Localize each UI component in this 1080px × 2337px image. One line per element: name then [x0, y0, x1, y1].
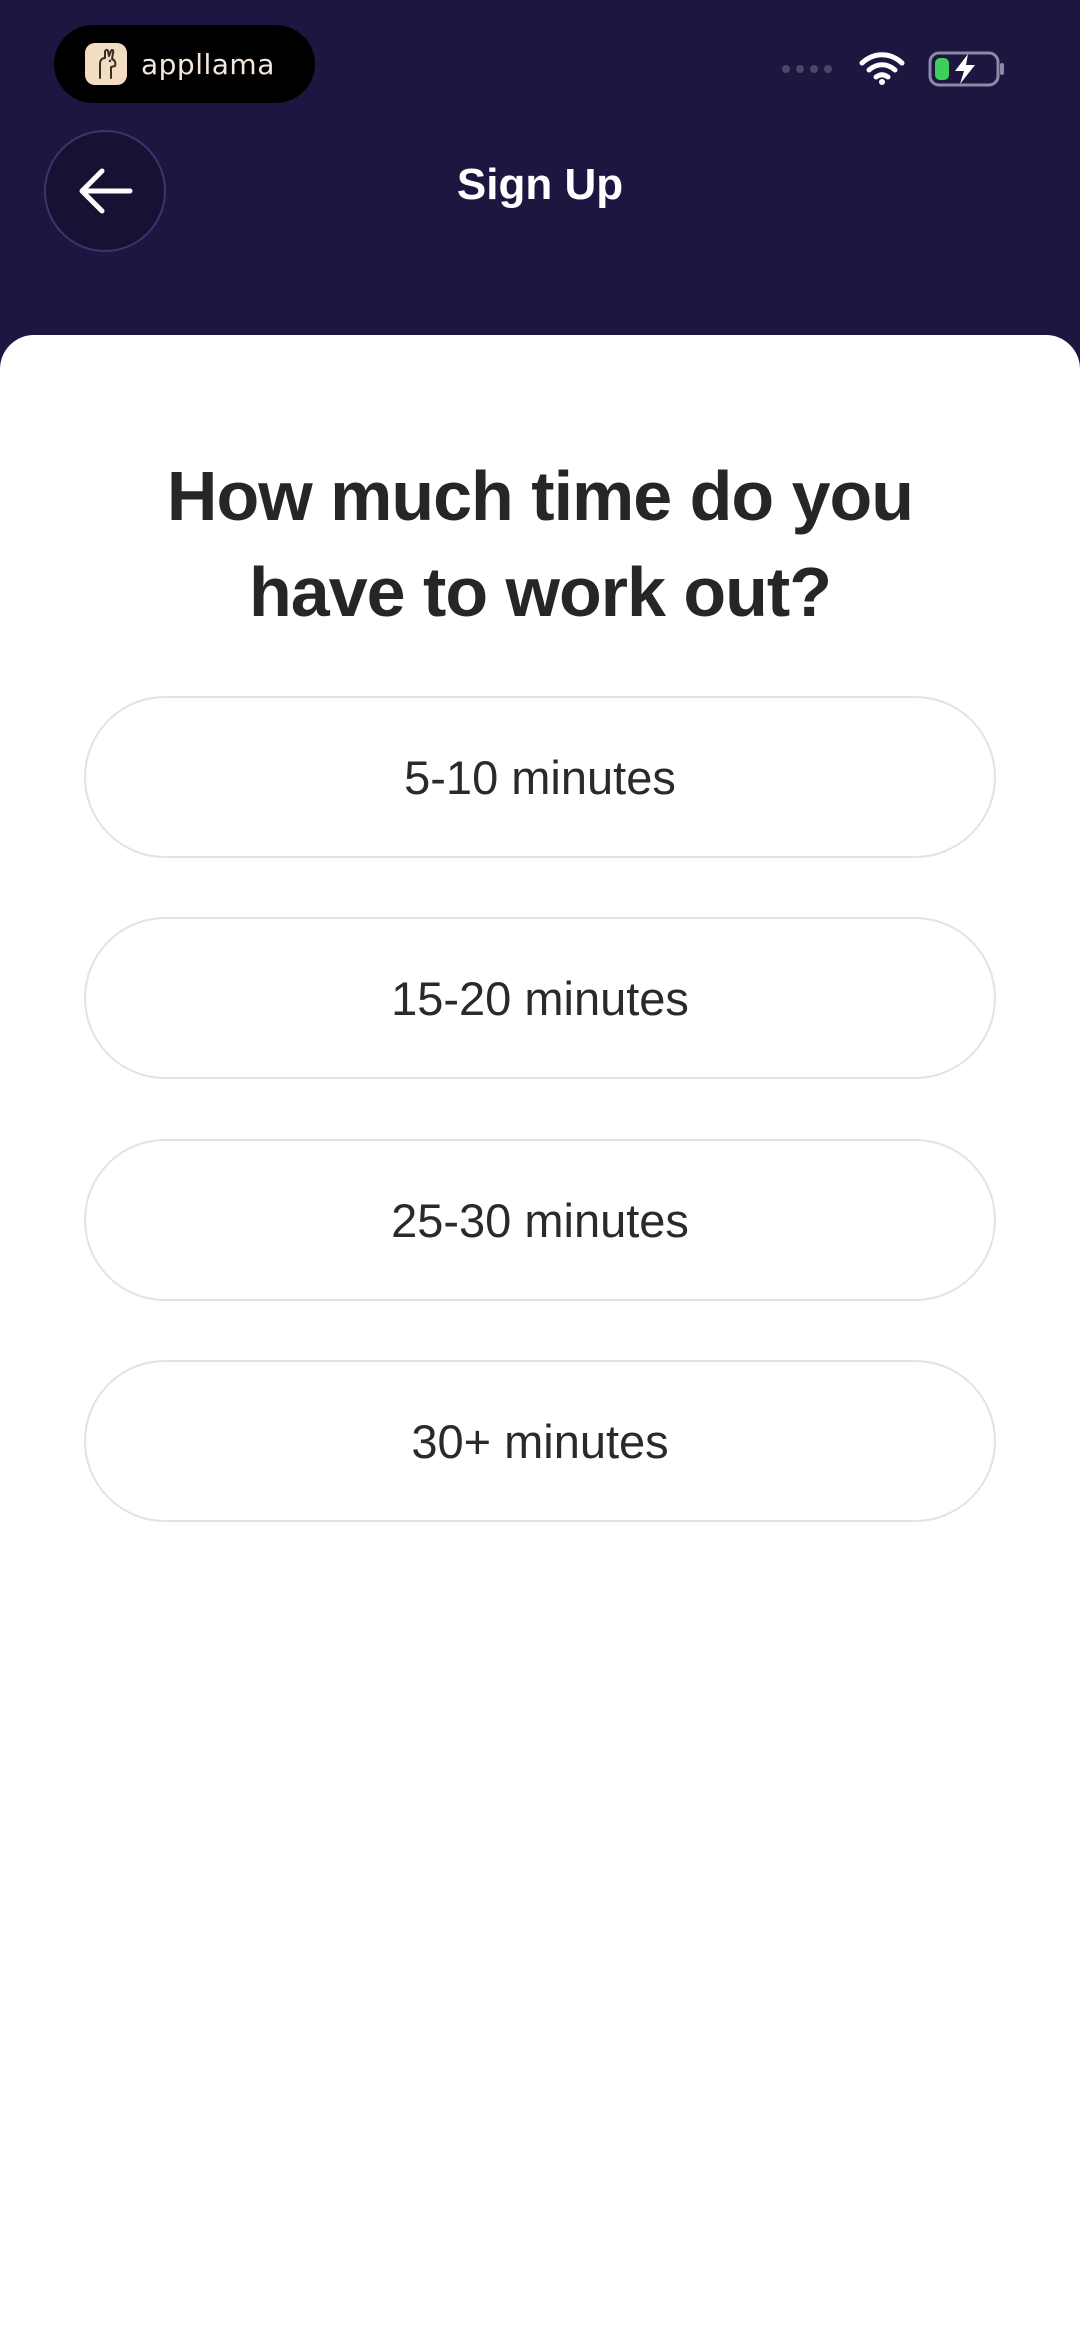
battery-charging-icon: [928, 51, 1004, 87]
option-label: 15-20 minutes: [391, 971, 689, 1025]
header-bar: appllama Sign Up: [0, 0, 1080, 340]
status-icons: [782, 50, 1006, 88]
option-15-20-minutes[interactable]: 15-20 minutes: [84, 917, 996, 1079]
option-5-10-minutes[interactable]: 5-10 minutes: [84, 696, 996, 858]
option-30-plus-minutes[interactable]: 30+ minutes: [84, 1360, 996, 1522]
question-heading: How much time do you have to work out?: [60, 448, 1020, 640]
cellular-signal-icon: [782, 65, 832, 73]
question-line-2: have to work out?: [249, 553, 832, 631]
app-pill-label: appllama: [141, 47, 275, 81]
page-title: Sign Up: [456, 160, 624, 209]
option-label: 25-30 minutes: [391, 1193, 689, 1247]
app-pill[interactable]: appllama: [54, 25, 315, 103]
option-25-30-minutes[interactable]: 25-30 minutes: [84, 1139, 996, 1301]
option-label: 30+ minutes: [411, 1414, 669, 1468]
llama-logo-icon: [85, 43, 127, 85]
option-label: 5-10 minutes: [404, 750, 676, 804]
wifi-icon: [859, 52, 905, 85]
question-line-1: How much time do you: [166, 457, 914, 535]
